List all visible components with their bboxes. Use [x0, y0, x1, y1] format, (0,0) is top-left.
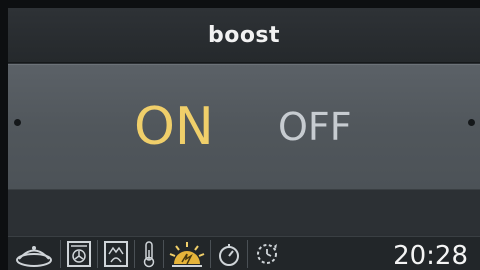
clock-time: 20:28 — [393, 241, 468, 270]
oven-display: boost ON OFF 20:28 — [8, 8, 480, 270]
on-option[interactable]: ON — [134, 87, 214, 167]
thermometer-icon[interactable] — [135, 237, 163, 270]
empty-band — [8, 190, 480, 234]
bottom-function-bar: 20:28 — [8, 236, 480, 270]
timer-icon[interactable] — [211, 237, 247, 270]
title-bar: boost — [8, 8, 480, 63]
fan-oven-icon[interactable] — [61, 237, 97, 270]
boost-toggle-selector[interactable]: ON OFF — [8, 64, 480, 190]
scroll-right-indicator — [468, 119, 475, 126]
scroll-left-indicator — [14, 119, 21, 126]
grill-icon[interactable] — [98, 237, 134, 270]
pot-lid-icon[interactable] — [8, 237, 60, 270]
boost-sun-icon[interactable] — [164, 237, 210, 270]
off-option[interactable]: OFF — [278, 87, 352, 167]
delay-start-icon[interactable] — [248, 237, 286, 270]
page-title: boost — [207, 22, 281, 48]
